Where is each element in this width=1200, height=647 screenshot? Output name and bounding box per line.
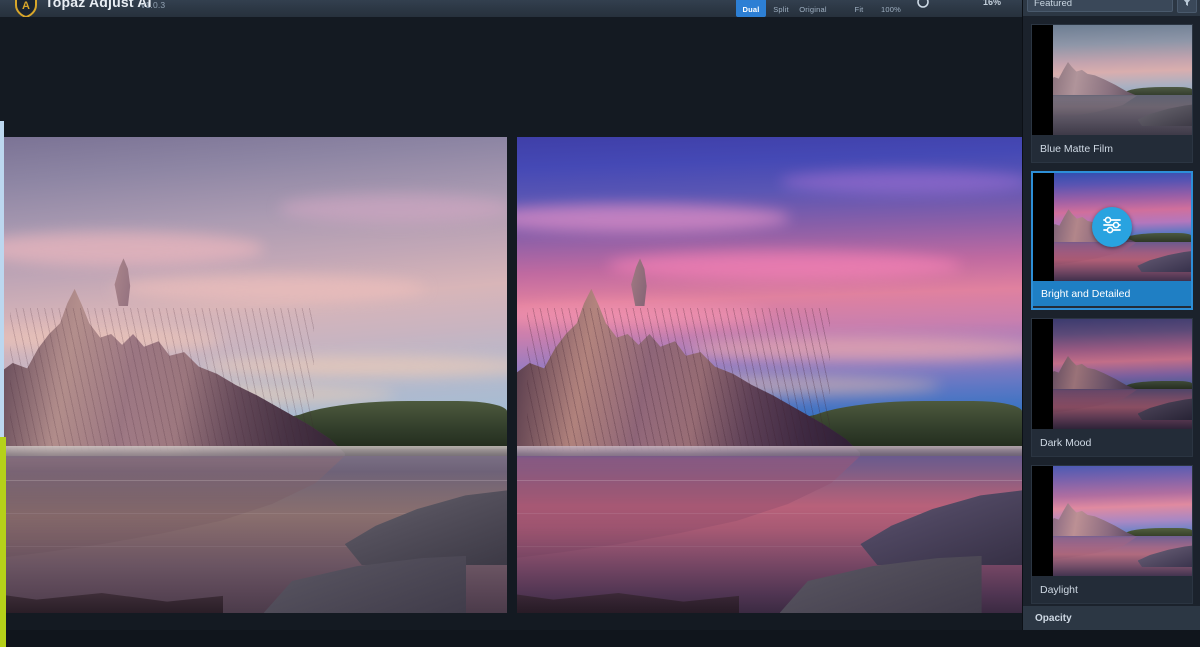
opacity-section: Opacity	[1023, 606, 1200, 630]
fit-to-screen-icon	[850, 0, 868, 3]
presets-list[interactable]: Blue Matte Film Bright and Detailed Dark…	[1023, 24, 1200, 609]
shield-a-logo-icon: A	[14, 0, 38, 17]
preset-thumbnail	[1032, 25, 1192, 135]
water-ripple	[0, 479, 507, 481]
title-bar: A Topaz Adjust AI v1.0.3	[0, 0, 1200, 17]
thumbnail-letterbox	[1032, 466, 1053, 576]
processed-image-pane[interactable]	[517, 137, 1022, 613]
opacity-label: Opacity	[1035, 612, 1072, 624]
app-version: v1.0.3	[141, 0, 166, 10]
zoom-mode-fit[interactable]: Fit	[844, 0, 874, 17]
original-image-pane[interactable]	[0, 137, 507, 613]
presets-category-label: Featured	[1034, 0, 1073, 9]
cloud-band	[278, 194, 507, 223]
thumbnail-letterbox	[1032, 25, 1053, 135]
cloud-band	[0, 232, 264, 266]
preset-label: Daylight	[1032, 576, 1192, 603]
original-view-icon	[802, 0, 824, 3]
split-view-icon	[771, 0, 791, 3]
preset-label: Dark Mood	[1032, 429, 1192, 456]
view-mode-original[interactable]: Original	[796, 0, 830, 17]
thumbnail-letterbox	[1032, 319, 1053, 429]
svg-text:A: A	[22, 0, 30, 12]
filter-funnel-icon	[1182, 0, 1192, 12]
rock-striations	[527, 308, 831, 452]
dual-view-icon	[741, 0, 761, 3]
presets-filter-button[interactable]	[1177, 0, 1197, 13]
cloud-band	[607, 251, 962, 280]
actual-size-icon	[881, 0, 901, 3]
presets-category-row: Featured	[1023, 0, 1200, 16]
rock-striations	[10, 308, 315, 452]
thumbnail-letterbox	[1033, 173, 1054, 281]
view-mode-split-label: Split	[773, 5, 789, 14]
preset-card-daylight[interactable]: Daylight	[1031, 465, 1193, 604]
original-photo	[0, 137, 507, 613]
app-window: A Topaz Adjust AI v1.0.3 Dual Split Orig…	[0, 0, 1200, 647]
presets-panel: Featured Blue Matte Film Bright and Deta…	[1022, 0, 1200, 630]
view-mode-original-label: Original	[799, 5, 827, 14]
preset-thumbnail	[1033, 173, 1191, 281]
view-mode-dual[interactable]: Dual	[736, 0, 766, 17]
app-title: Topaz Adjust AI	[45, 0, 152, 10]
preset-thumbnail	[1032, 319, 1192, 429]
presets-category-dropdown[interactable]: Featured	[1027, 0, 1173, 12]
canvas-left-edge-strip	[0, 437, 6, 647]
water-ripple	[517, 479, 1022, 481]
view-mode-split[interactable]: Split	[766, 0, 796, 17]
preset-label: Bright and Detailed	[1033, 281, 1191, 306]
preset-card-dark-mood[interactable]: Dark Mood	[1031, 318, 1193, 457]
sliders-settings-icon	[1101, 214, 1123, 241]
zoom-mode-100-label: 100%	[881, 5, 901, 14]
preset-settings-button[interactable]	[1092, 207, 1132, 247]
preset-card-bright-and-detailed[interactable]: Bright and Detailed	[1031, 171, 1193, 310]
preset-card-blue-matte-film[interactable]: Blue Matte Film	[1031, 24, 1193, 163]
zoom-level-indicator[interactable]: 16%	[972, 0, 1012, 7]
processed-photo	[517, 137, 1022, 613]
preset-thumbnail	[1032, 466, 1192, 576]
zoom-mode-circle[interactable]	[908, 0, 938, 17]
zoom-mode-100[interactable]: 100%	[874, 0, 908, 17]
circle-icon	[915, 0, 931, 12]
image-canvas[interactable]	[0, 17, 1022, 647]
zoom-mode-fit-label: Fit	[854, 5, 864, 14]
view-mode-dual-label: Dual	[742, 5, 760, 14]
preset-label: Blue Matte Film	[1032, 135, 1192, 162]
canvas-left-edge-highlight	[0, 121, 4, 437]
view-toolbar: Dual Split Original Fit 100%	[736, 0, 938, 17]
cloud-band	[111, 275, 426, 302]
